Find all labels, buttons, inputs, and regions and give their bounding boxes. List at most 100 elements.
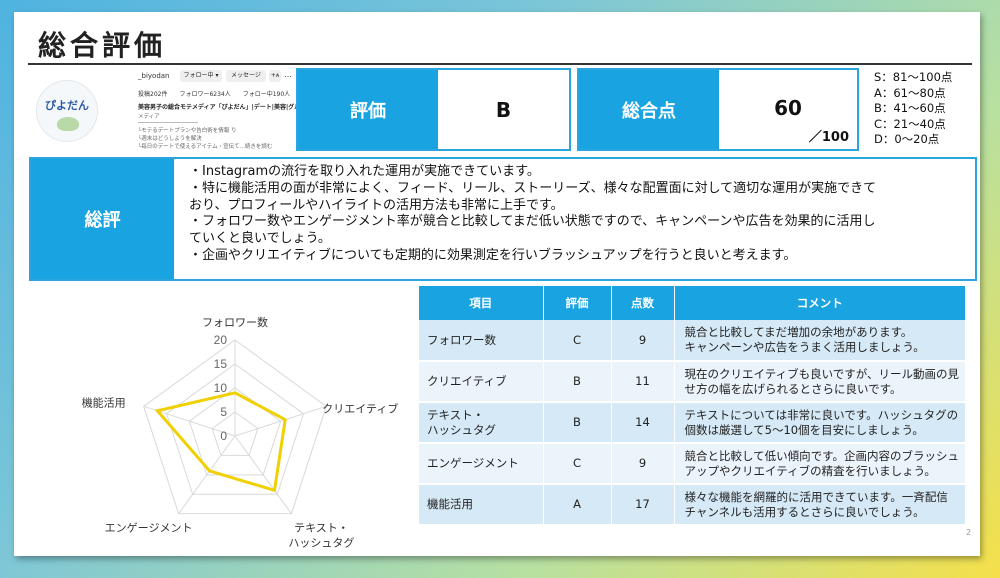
cell-item: クリエイティブ	[419, 361, 544, 403]
radar-spoke	[234, 405, 327, 437]
profile-bio-line: └モテるデートプランや告白術を情報 り	[138, 128, 237, 134]
cell-comment: 様々な機能を網羅的に活用できています。一斉配信 チャンネルも活用するとさらに良いで…	[674, 484, 965, 526]
radar-category-line: ハッシュタグ	[288, 536, 354, 550]
posts-count: 投稿202件	[138, 91, 168, 98]
profile-bio-line: └週末はどうしようを解決	[138, 136, 202, 142]
radar-tick-label: 10	[214, 381, 228, 395]
cell-grade: B	[543, 361, 612, 403]
radar-category-line: エンゲージメント	[105, 522, 193, 535]
message-button[interactable]: メッセージ	[226, 70, 266, 82]
radar-category-label: クリエイティブ	[322, 401, 398, 415]
summary-text: ・Instagramの流行を取り入れた運用が実施できています。 ・特に機能活用の…	[189, 164, 969, 265]
comment-text: 様々な機能を網羅的に活用できています。一斉配信	[684, 489, 948, 504]
table-row: フォロワー数 C 9 競合と比較してまだ増加の余地があります。 キャンペーンや広告をうま…	[419, 320, 965, 362]
profile-bio-line: └毎日のデートで使えるアイテム・宣伝て...続きを読む	[138, 144, 273, 150]
summary-line: ていくと良いでしょう。	[189, 231, 331, 247]
column-header-item: 項目	[419, 286, 544, 320]
following-count[interactable]: フォロー中190人	[243, 89, 290, 98]
scale-item: A：61～80点	[874, 85, 946, 100]
radar-category-line: フォロワー数	[202, 316, 268, 329]
add-user-button[interactable]: +ᴀ	[269, 70, 281, 82]
cell-item: フォロワー数	[419, 320, 544, 362]
column-header-comment: コメント	[674, 286, 965, 320]
cell-grade: B	[543, 402, 612, 444]
radar-tick-label: 20	[214, 333, 228, 347]
item-text: ハッシュタグ	[427, 422, 496, 437]
grade-text: B	[573, 415, 581, 429]
scale-item: B：41～60点	[874, 101, 946, 115]
grade-text: A	[573, 497, 581, 511]
score-text: 11	[635, 374, 650, 388]
scale-item: C：21～40点	[874, 116, 946, 131]
grade-text: C	[572, 456, 582, 470]
title-divider	[28, 63, 972, 65]
item-text: テキスト・	[427, 407, 485, 422]
summary-line: おり、プロフィールやハイライトの活用方法も非常に上手です。	[189, 197, 564, 213]
cell-grade: C	[543, 320, 612, 362]
page-number: 2	[966, 528, 972, 537]
radar-category-label: 機能活用	[82, 395, 126, 409]
comment-text: チャンネルも活用するとさらに良いでしょう。	[684, 504, 925, 519]
radar-category-label: フォロワー数	[202, 316, 268, 329]
radar-category-label: テキスト・ハッシュタグ	[288, 523, 354, 550]
cell-comment: テキストについては非常に良いです。ハッシュタグの 個数は厳選して5～10個を目安に…	[674, 402, 965, 444]
comment-text: 競合と比較して低い傾向です。企画内容のブラッシュ	[684, 448, 960, 463]
summary-box: 総評 ・Instagramの流行を取り入れた運用が実施できています。 ・特に機能…	[29, 157, 977, 281]
summary-label: 総評	[31, 159, 174, 279]
cell-comment: 競合と比較してまだ増加の余地があります。 キャンペーンや広告をうまく活用しましょう…	[674, 320, 965, 362]
evaluation-label: 評価	[298, 70, 438, 149]
grade-text: C	[572, 332, 582, 347]
total-score-label: 総合点	[579, 70, 719, 149]
followers-count[interactable]: フォロワー6234人	[179, 89, 230, 98]
cell-score: 9	[611, 320, 675, 362]
column-header-grade: 評価	[543, 286, 612, 320]
score-text: 14	[635, 415, 650, 429]
total-score-box: 総合点 60 ／100	[577, 68, 859, 151]
profile-handle: _biyodan	[138, 72, 170, 80]
comment-text: 現在のクリエイティブも良いですが、リール動画の見	[684, 366, 960, 381]
cell-item: エンゲージメント	[419, 443, 544, 485]
table-row: 機能活用 A 17 様々な機能を網羅的に活用できています。一斉配信 チャンネルも活用する…	[419, 484, 965, 526]
cell-score: 9	[611, 443, 675, 485]
comment-text: せ方の幅を広げられるとさらに良いです。	[684, 381, 902, 396]
radar-tick-label: 15	[214, 357, 228, 371]
score-table: 項目 評価 点数 コメント フォロワー数 C 9 競合と比較してまだ増加の余地がありま…	[419, 286, 965, 526]
more-icon[interactable]: …	[284, 70, 292, 79]
radar-category-label: エンゲージメント	[105, 522, 193, 535]
item-text: クリエイティブ	[427, 374, 507, 388]
summary-line: ・フォロワー数やエンゲージメント率が競合と比較してまだ低い状態ですので、キャンペ…	[189, 214, 876, 230]
radar-category-line: テキスト・	[294, 523, 349, 535]
summary-line: ・特に機能活用の面が非常によく、フィード、リール、ストーリーズ、様々な配置面に対…	[189, 180, 877, 196]
radar-tick-label: 5	[220, 405, 227, 419]
total-score-max: ／100	[808, 130, 849, 145]
profile-stats: 投稿202件 フォロワー6234人 フォロー中190人	[138, 89, 290, 98]
radar-category-line: 機能活用	[82, 395, 126, 409]
summary-line: ・Instagramの流行を取り入れた運用が実施できています。	[189, 164, 540, 179]
cell-grade: A	[543, 484, 612, 526]
follow-button[interactable]: フォロー中 ▾	[180, 70, 222, 82]
comment-text: 個数は厳選して5～10個を目安にしましょう。	[684, 422, 924, 437]
cell-grade: C	[543, 443, 612, 485]
score-text: 9	[638, 456, 647, 470]
radar-category-line: クリエイティブ	[322, 401, 398, 415]
cell-comment: 競合と比較して低い傾向です。企画内容のブラッシュ アップやクリエイティブの精査を行…	[674, 443, 965, 485]
cell-comment: 現在のクリエイティブも良いですが、リール動画の見 せ方の幅を広げられるとさらに良い…	[674, 361, 965, 403]
item-text: エンゲージメント	[427, 456, 519, 470]
grading-scale: S：81～100点 A：61～80点 B：41～60点 C：21～40点 D：0…	[874, 70, 952, 148]
table-row: クリエイティブ B 11 現在のクリエイティブも良いですが、リール動画の見 せ方の幅を広…	[419, 361, 965, 403]
cell-score: 17	[611, 484, 675, 526]
score-text: 17	[635, 497, 650, 511]
radar-tick-label: 0	[220, 429, 227, 443]
slide: 総合評価 ぴよだん _biyodan フォロー中 ▾ メッセージ +ᴀ … 投稿…	[14, 12, 980, 556]
grade-text: B	[573, 374, 581, 388]
avatar: ぴよだん	[36, 80, 98, 142]
scale-item: S：81～100点	[874, 70, 953, 84]
profile-screenshot: ぴよだん _biyodan フォロー中 ▾ メッセージ +ᴀ … 投稿202件 …	[32, 68, 308, 156]
table-header-row: 項目 評価 点数 コメント	[419, 286, 965, 320]
item-text: フォロワー数	[427, 332, 496, 347]
profile-bio-line: メディア	[138, 114, 160, 120]
table-row: エンゲージメント C 9 競合と比較して低い傾向です。企画内容のブラッシュ アップやクリ…	[419, 443, 965, 485]
page-title: 総合評価	[38, 29, 167, 62]
cell-item: 機能活用	[419, 484, 544, 526]
evaluation-box: 評価 B	[296, 68, 571, 151]
